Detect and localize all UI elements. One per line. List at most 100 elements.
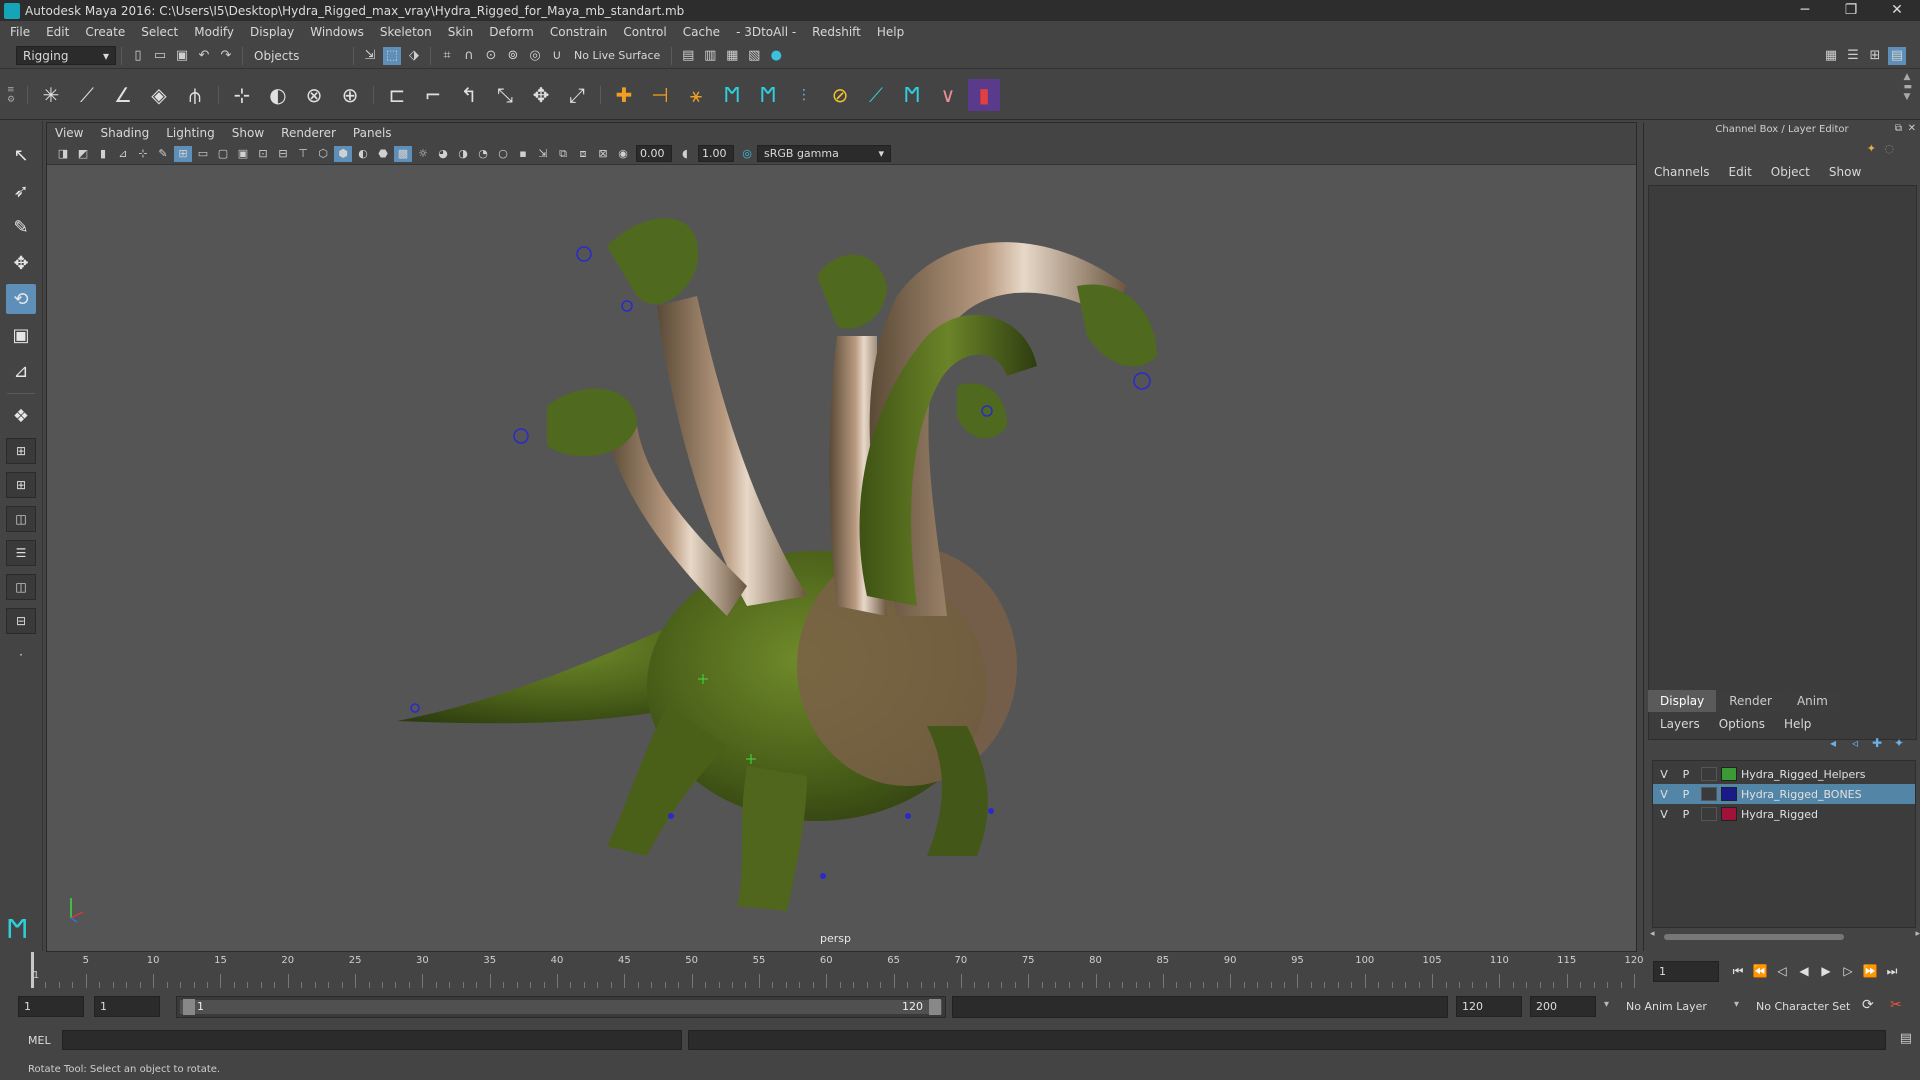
move-layer-up-icon[interactable]: ◂ (1822, 736, 1844, 750)
layer-type-toggle[interactable] (1701, 807, 1717, 821)
open-scene-icon[interactable]: ▭ (151, 47, 169, 65)
le-menu-help[interactable]: Help (1784, 717, 1811, 731)
le-menu-options[interactable]: Options (1719, 717, 1765, 731)
xray-components-icon[interactable]: ⊠ (594, 146, 612, 162)
grid-icon[interactable]: ⊞ (174, 145, 192, 162)
auto-key-icon[interactable]: ⟳ (1862, 997, 1874, 1013)
point-constraint-icon[interactable]: ✚ (608, 79, 640, 111)
single-perspective-layout-icon[interactable]: ⊞ (6, 438, 36, 464)
vp-menu-shading[interactable]: Shading (100, 126, 149, 140)
layer-visibility-toggle[interactable]: V (1653, 788, 1675, 801)
play-backwards-icon[interactable]: ◀ (1793, 964, 1815, 978)
snap-surface-icon[interactable]: ◎ (526, 47, 544, 65)
redo-icon[interactable]: ↷ (217, 47, 235, 65)
menu-create[interactable]: Create (85, 25, 125, 39)
shadows-icon[interactable]: ◕ (434, 146, 452, 162)
scale-tool-icon[interactable]: ▣ (6, 320, 36, 350)
wrap-icon[interactable]: ⤢ (561, 79, 593, 111)
menu-file[interactable]: File (10, 25, 30, 39)
parent-constraint-icon[interactable]: Ϻ (716, 79, 748, 111)
outliner-persp-layout-icon[interactable]: ☰ (6, 540, 36, 566)
field-chart-icon[interactable]: ⊡ (254, 146, 272, 162)
scale-constraint-icon[interactable]: ⋮ (788, 79, 820, 111)
wireframe-icon[interactable]: ⬡ (314, 146, 332, 162)
exposure-field[interactable]: 0.00 (636, 145, 672, 162)
menu-skeleton[interactable]: Skeleton (380, 25, 432, 39)
layer-playback-toggle[interactable]: P (1675, 808, 1697, 821)
gate-mask-icon[interactable]: ▣ (234, 146, 252, 162)
more-layouts-icon[interactable]: · (6, 642, 36, 668)
paint-weights-icon[interactable]: ⊗ (298, 79, 330, 111)
menu-skin[interactable]: Skin (448, 25, 474, 39)
menu-constrain[interactable]: Constrain (550, 25, 608, 39)
shelf-scroll-icon[interactable]: ▲ ▬ ▼ (1903, 72, 1912, 102)
menu-set-dropdown[interactable]: Rigging ▾ (16, 46, 116, 65)
safe-action-icon[interactable]: ⊟ (274, 146, 292, 162)
new-scene-icon[interactable]: ▯ (129, 47, 147, 65)
layer-row[interactable]: V P Hydra_Rigged_BONES (1653, 784, 1915, 804)
anim-layer-dropdown[interactable]: No Anim Layer (1626, 1000, 1707, 1013)
layer-type-toggle[interactable] (1701, 767, 1717, 781)
geometry-constraint-icon[interactable]: ⊘ (824, 79, 856, 111)
scroll-right-icon[interactable]: ▸ (1915, 929, 1920, 939)
viewport-canvas[interactable]: persp (47, 166, 1636, 951)
menu-windows[interactable]: Windows (310, 25, 364, 39)
close-button[interactable]: ✕ (1874, 0, 1920, 21)
camera-select-icon[interactable]: ◨ (54, 146, 72, 162)
paint-select-icon[interactable]: ✎ (6, 212, 36, 242)
insert-joint-icon[interactable]: ◈ (143, 79, 175, 111)
move-layer-down-icon[interactable]: ◃ (1844, 736, 1866, 750)
layer-visibility-toggle[interactable]: V (1653, 808, 1675, 821)
joint-tool-icon[interactable]: ✳ (35, 79, 67, 111)
default-material-icon[interactable]: ◐ (354, 146, 372, 162)
interactive-bind-icon[interactable]: ◐ (262, 79, 294, 111)
cb-menu-show[interactable]: Show (1829, 165, 1861, 179)
time-slider[interactable]: 1 5 10 15 20 25 30 35 40 45 50 55 60 65 70 75 80 85 90 95 10… (0, 952, 1644, 988)
channel-sync-icon[interactable]: ◌ (1884, 142, 1894, 155)
image-plane-icon[interactable]: ⊿ (114, 146, 132, 162)
layer-type-toggle[interactable] (1701, 787, 1717, 801)
menu-help[interactable]: Help (877, 25, 904, 39)
menu-select[interactable]: Select (141, 25, 178, 39)
rotate-tool-icon[interactable]: ⟲ (6, 284, 36, 314)
chevron-down-icon[interactable]: ▾ (1734, 999, 1739, 1010)
lasso-tool-icon[interactable]: ➶ (6, 176, 36, 206)
pole-vector-icon[interactable]: Ϻ (752, 79, 784, 111)
gamma-icon[interactable]: ◖ (676, 146, 694, 162)
step-back-frame-icon[interactable]: ◁ (1771, 964, 1793, 978)
ipr-render-icon[interactable]: ▦ (723, 47, 741, 65)
bind-skin-icon[interactable]: ⊹ (226, 79, 258, 111)
2d-pan-icon[interactable]: ⊹ (134, 146, 152, 162)
view-transform-dropdown[interactable]: sRGB gamma ▾ (757, 145, 891, 162)
layer-color-swatch[interactable] (1721, 767, 1737, 781)
color-management-icon[interactable]: ◎ (738, 146, 756, 162)
render-view-icon[interactable]: ▧ (745, 47, 763, 65)
playback-end-field[interactable]: 120 (1456, 996, 1522, 1017)
step-forward-key-icon[interactable]: ⏩ (1859, 964, 1881, 978)
tab-anim[interactable]: Anim (1784, 690, 1840, 712)
close-panel-icon[interactable]: ✕ (1908, 123, 1916, 134)
exposure-icon[interactable]: ◉ (614, 146, 632, 162)
safe-title-icon[interactable]: ⊤ (294, 146, 312, 162)
go-to-start-icon[interactable]: ⏮ (1727, 964, 1749, 979)
selection-mode-dropdown[interactable]: Objects (248, 46, 348, 65)
save-scene-icon[interactable]: ▣ (173, 47, 191, 65)
two-pane-layout-icon[interactable]: ◫ (6, 506, 36, 532)
animation-preferences-icon[interactable]: ✂ (1890, 997, 1902, 1013)
layer-playback-toggle[interactable]: P (1675, 768, 1697, 781)
tab-display[interactable]: Display (1648, 690, 1717, 712)
scrollbar-thumb[interactable] (1664, 934, 1844, 940)
live-surface-label[interactable]: No Live Surface (574, 49, 660, 62)
channel-box-icon[interactable]: ▤ (1888, 46, 1906, 65)
menu-display[interactable]: Display (250, 25, 294, 39)
script-language-label[interactable]: MEL (28, 1034, 62, 1047)
play-forwards-icon[interactable]: ▶ (1815, 964, 1837, 978)
layer-visibility-toggle[interactable]: V (1653, 768, 1675, 781)
float-panel-icon[interactable]: ⧉ (1895, 123, 1902, 134)
cb-menu-edit[interactable]: Edit (1729, 165, 1752, 179)
normal-constraint-icon[interactable]: ⟋ (860, 79, 892, 111)
scroll-left-icon[interactable]: ◂ (1650, 929, 1655, 939)
tool-settings-icon[interactable]: ⊞ (1866, 47, 1884, 65)
ik-spline-icon[interactable]: ∠ (107, 79, 139, 111)
snap-curve-icon[interactable]: ∩ (460, 47, 478, 65)
